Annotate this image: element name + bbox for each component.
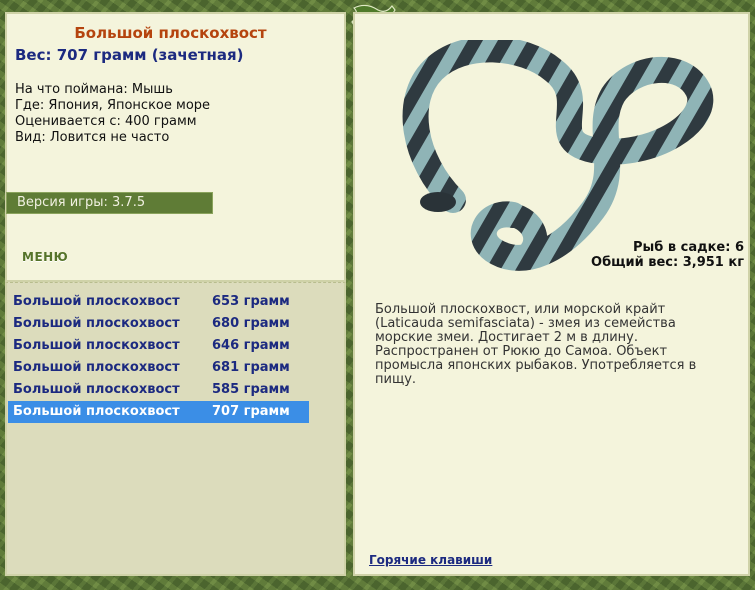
- rarity-text: Вид: Ловится не часто: [15, 130, 170, 145]
- catch-row[interactable]: Большой плоскохвост 681 грамм: [8, 357, 309, 379]
- catch-weight: 680 грамм: [212, 316, 290, 331]
- catch-row[interactable]: Большой плоскохвост 680 грамм: [8, 313, 309, 335]
- catch-row[interactable]: Большой плоскохвост 646 грамм: [8, 335, 309, 357]
- menu-button[interactable]: МЕНЮ: [22, 250, 68, 264]
- catch-name: Большой плоскохвост: [13, 382, 180, 397]
- caught-with-text: На что поймана: Мышь: [15, 82, 173, 97]
- fish-weight: Вес: 707 грамм (зачетная): [15, 46, 244, 64]
- fish-title: Большой плоскохвост: [74, 24, 267, 42]
- location-text: Где: Япония, Японское море: [15, 98, 211, 113]
- catch-name: Большой плоскохвост: [13, 404, 180, 419]
- valued-from-text: Оценивается с: 400 грамм: [15, 114, 197, 129]
- catch-name: Большой плоскохвост: [13, 316, 180, 331]
- catch-name: Большой плоскохвост: [13, 338, 180, 353]
- catch-weight: 681 грамм: [212, 360, 290, 375]
- catch-list: Большой плоскохвост 653 грамм Большой пл…: [8, 291, 309, 423]
- hotkeys-link[interactable]: Горячие клавиши: [369, 553, 492, 567]
- catch-row-selected[interactable]: Большой плоскохвост 707 грамм: [8, 401, 309, 423]
- catch-row[interactable]: Большой плоскохвост 585 грамм: [8, 379, 309, 401]
- sea-krait-image: [402, 40, 714, 271]
- catch-weight: 653 грамм: [212, 294, 290, 309]
- catch-weight: 707 грамм: [212, 404, 290, 419]
- catch-weight: 646 грамм: [212, 338, 290, 353]
- catch-name: Большой плоскохвост: [13, 360, 180, 375]
- catch-weight: 585 грамм: [212, 382, 290, 397]
- game-version-bar: Версия игры: 3.7.5: [6, 192, 213, 214]
- catch-row[interactable]: Большой плоскохвост 653 грамм: [8, 291, 309, 313]
- fish-description: Большой плоскохвост, или морской крайт (…: [375, 302, 697, 387]
- catch-name: Большой плоскохвост: [13, 294, 180, 309]
